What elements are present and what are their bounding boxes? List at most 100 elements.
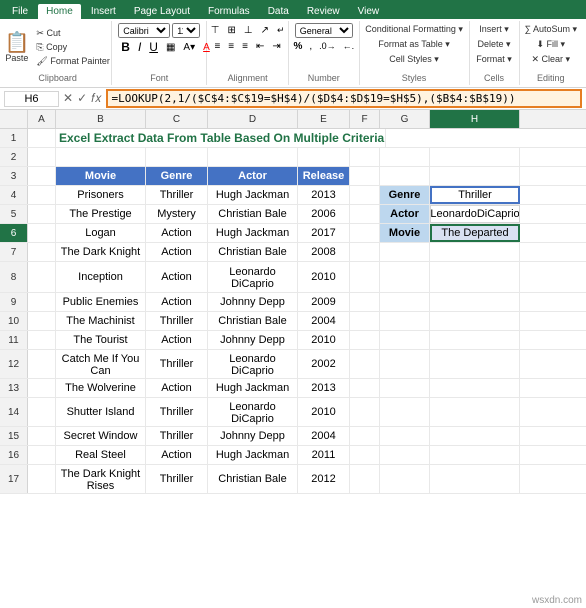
cell-f8[interactable] [350,262,380,292]
cell-h14[interactable] [430,398,520,426]
cell-b9[interactable]: Public Enemies [56,293,146,311]
col-header-c[interactable]: C [146,110,208,128]
cell-b5[interactable]: The Prestige [56,205,146,223]
cell-g6[interactable]: Movie [380,224,430,242]
cell-b8[interactable]: Inception [56,262,146,292]
cell-d17[interactable]: Christian Bale [208,465,298,493]
cell-g5[interactable]: Actor [380,205,430,223]
tab-view[interactable]: View [350,4,388,19]
align-top-button[interactable]: ⊤ [208,23,223,38]
row-header-9[interactable]: 9 [0,293,28,311]
cell-a4[interactable] [28,186,56,204]
tab-home[interactable]: Home [38,4,81,19]
cell-f16[interactable] [350,446,380,464]
paste-button[interactable]: 📋 Paste [2,29,31,65]
cell-styles-button[interactable]: Cell Styles ▾ [386,53,442,66]
cell-a15[interactable] [28,427,56,445]
cell-reference-box[interactable]: H6 [4,91,59,107]
cell-b14[interactable]: Shutter Island [56,398,146,426]
cell-e11[interactable]: 2010 [298,331,350,349]
col-header-e[interactable]: E [298,110,350,128]
cell-a1[interactable] [28,129,56,147]
format-painter-button[interactable]: 🖌 Format Painter [33,55,112,68]
cell-c7[interactable]: Action [146,243,208,261]
number-format-select[interactable]: General [295,23,353,38]
col-header-a[interactable]: A [28,110,56,128]
cell-e16[interactable]: 2011 [298,446,350,464]
cell-h10[interactable] [430,312,520,330]
fill-button[interactable]: ⬇ Fill ▾ [534,38,569,51]
cell-e9[interactable]: 2009 [298,293,350,311]
align-center-button[interactable]: ≡ [225,39,237,54]
cell-c10[interactable]: Thriller [146,312,208,330]
cell-h11[interactable] [430,331,520,349]
cell-d7[interactable]: Christian Bale [208,243,298,261]
row-header-1[interactable]: 1 [0,129,28,147]
row-header-7[interactable]: 7 [0,243,28,261]
cell-c11[interactable]: Action [146,331,208,349]
align-middle-button[interactable]: ⊞ [224,23,238,38]
cell-b12[interactable]: Catch Me If You Can [56,350,146,378]
cell-g9[interactable] [380,293,430,311]
cell-d13[interactable]: Hugh Jackman [208,379,298,397]
increase-indent-button[interactable]: ⇥ [269,39,283,54]
cell-c16[interactable]: Action [146,446,208,464]
cell-d9[interactable]: Johnny Depp [208,293,298,311]
tab-file[interactable]: File [4,4,36,19]
cell-f10[interactable] [350,312,380,330]
col-header-b[interactable]: B [56,110,146,128]
cell-h3[interactable] [430,167,520,185]
cell-h17[interactable] [430,465,520,493]
cell-f12[interactable] [350,350,380,378]
cell-f6[interactable] [350,224,380,242]
cell-c15[interactable]: Thriller [146,427,208,445]
row-header-10[interactable]: 10 [0,312,28,330]
cell-e4[interactable]: 2013 [298,186,350,204]
cell-a14[interactable] [28,398,56,426]
format-button[interactable]: Format ▾ [473,53,515,66]
cell-a13[interactable] [28,379,56,397]
confirm-formula-icon[interactable]: ✓ [77,91,87,106]
tab-formulas[interactable]: Formulas [200,4,258,19]
align-left-button[interactable]: ≡ [211,39,223,54]
insert-button[interactable]: Insert ▾ [476,23,512,36]
cell-a16[interactable] [28,446,56,464]
cell-g4[interactable]: Genre [380,186,430,204]
col-header-d[interactable]: D [208,110,298,128]
cell-d2[interactable] [208,148,298,166]
cell-b17[interactable]: The Dark Knight Rises [56,465,146,493]
cell-f17[interactable] [350,465,380,493]
delete-button[interactable]: Delete ▾ [475,38,514,51]
row-header-2[interactable]: 2 [0,148,28,166]
cell-h5[interactable]: Leonardo DiCaprio [430,205,520,223]
cell-f13[interactable] [350,379,380,397]
cell-d14[interactable]: Leonardo DiCaprio [208,398,298,426]
cell-b10[interactable]: The Machinist [56,312,146,330]
row-header-13[interactable]: 13 [0,379,28,397]
cell-a2[interactable] [28,148,56,166]
conditional-formatting-button[interactable]: Conditional Formatting ▾ [362,23,466,36]
decrease-indent-button[interactable]: ⇤ [253,39,267,54]
cell-f2[interactable] [350,148,380,166]
cell-a7[interactable] [28,243,56,261]
cell-c8[interactable]: Action [146,262,208,292]
cell-b7[interactable]: The Dark Knight [56,243,146,261]
cell-c5[interactable]: Mystery [146,205,208,223]
row-header-14[interactable]: 14 [0,398,28,426]
cell-f15[interactable] [350,427,380,445]
cell-c9[interactable]: Action [146,293,208,311]
cell-c12[interactable]: Thriller [146,350,208,378]
cell-d4[interactable]: Hugh Jackman [208,186,298,204]
cell-h13[interactable] [430,379,520,397]
cell-b6[interactable]: Logan [56,224,146,242]
bold-button[interactable]: B [118,39,133,55]
italic-button[interactable]: I [135,39,144,55]
col-header-f[interactable]: F [350,110,380,128]
cell-a9[interactable] [28,293,56,311]
cell-d10[interactable]: Christian Bale [208,312,298,330]
cell-h9[interactable] [430,293,520,311]
cell-d5[interactable]: Christian Bale [208,205,298,223]
align-bottom-button[interactable]: ⊥ [241,23,256,38]
cell-h15[interactable] [430,427,520,445]
cell-b15[interactable]: Secret Window [56,427,146,445]
